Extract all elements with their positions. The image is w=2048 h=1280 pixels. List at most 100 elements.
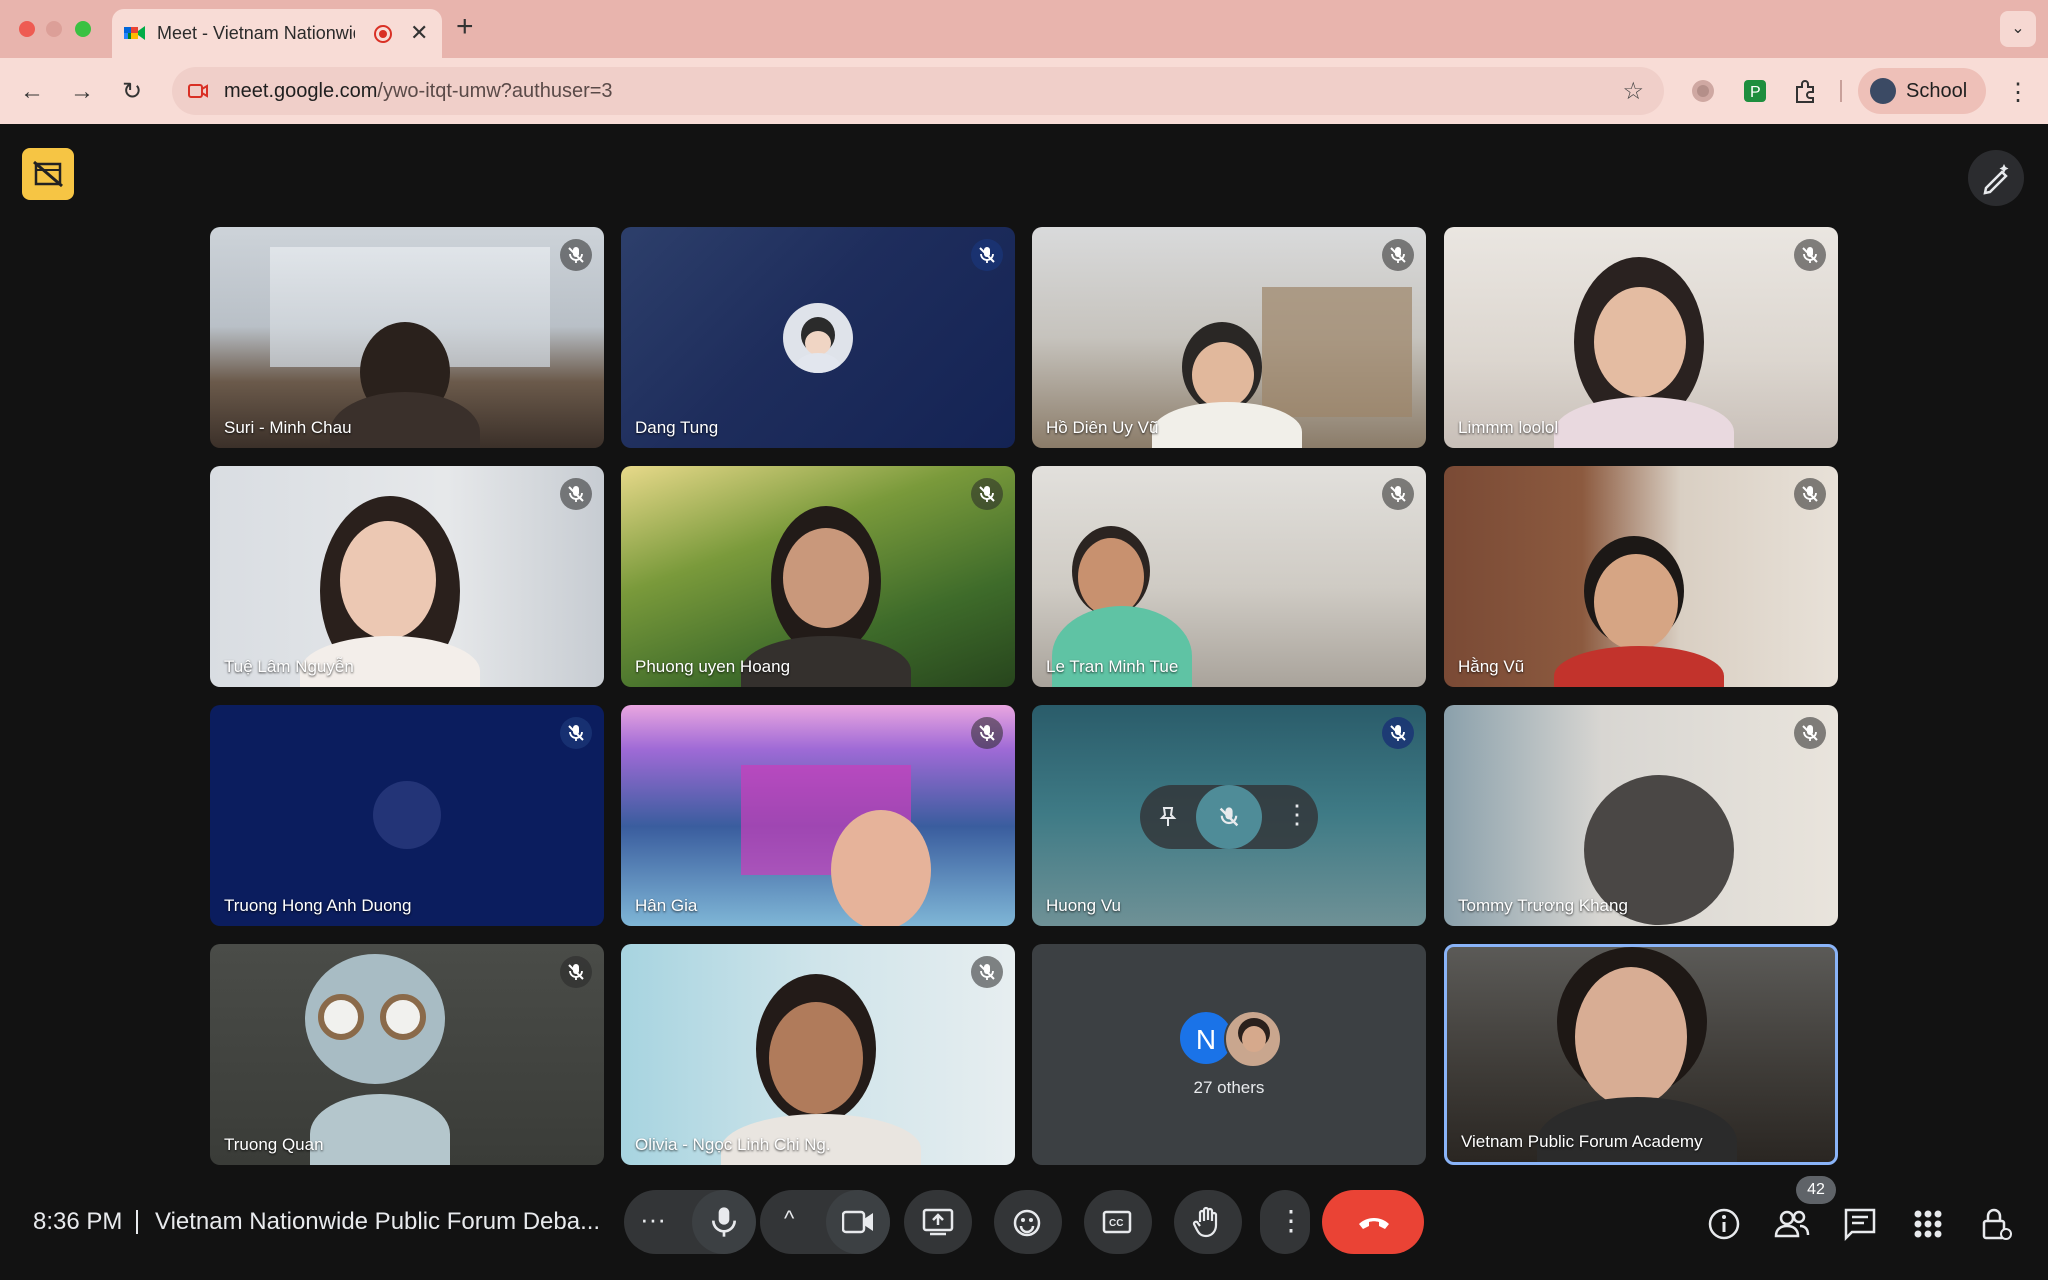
participant-tile[interactable]: Truong Quan — [210, 944, 604, 1165]
participant-face — [1594, 287, 1686, 397]
participant-body — [1554, 646, 1724, 687]
participant-tile[interactable]: Truong Hong Anh Duong — [210, 705, 604, 926]
participant-tile-self[interactable]: Vietnam Public Forum Academy — [1444, 944, 1838, 1165]
tile-hover-controls: ⋮ — [1140, 785, 1318, 849]
participant-tile[interactable]: Olivia - Ngọc Linh Chi Ng. — [621, 944, 1015, 1165]
google-meet-icon — [124, 26, 145, 40]
others-tile[interactable]: N 27 others — [1032, 944, 1426, 1165]
muted-mic-icon — [560, 478, 592, 510]
bottom-bar-divider — [136, 1210, 138, 1234]
mute-participant-button[interactable] — [1196, 785, 1262, 849]
annotate-button[interactable] — [1968, 150, 2024, 206]
no-video-icon — [33, 160, 63, 188]
muted-mic-icon — [1382, 478, 1414, 510]
pen-sparkle-icon — [1983, 164, 2009, 195]
activities-grid-icon[interactable] — [1910, 1206, 1946, 1242]
people-icon[interactable] — [1774, 1206, 1810, 1242]
participant-name: Suri - Minh Chau — [224, 418, 352, 437]
participant-tile[interactable]: ⋮ Huong Vu — [1032, 705, 1426, 926]
participant-avatar-placeholder — [373, 781, 441, 849]
window-maximize-button[interactable] — [75, 21, 91, 37]
participant-name: Tuệ Lâm Nguyễn — [224, 657, 354, 676]
participant-tile[interactable]: Dang Tung — [621, 227, 1015, 448]
extension-dim-icon[interactable] — [1690, 78, 1716, 104]
reload-icon[interactable]: ↻ — [116, 76, 148, 108]
participant-tile[interactable]: Hân Gia — [621, 705, 1015, 926]
participant-name: Hân Gia — [635, 896, 698, 915]
present-screen-button[interactable] — [904, 1190, 972, 1254]
participant-tile[interactable]: Hồ Diên Uy Vũ — [1032, 227, 1426, 448]
participant-face — [1192, 342, 1254, 408]
participant-body — [1554, 397, 1734, 448]
browser-menu-icon[interactable]: ⋮ — [2006, 78, 2030, 107]
muted-mic-icon — [560, 239, 592, 271]
muted-mic-icon — [1794, 239, 1826, 271]
participant-avatar — [783, 303, 853, 373]
participant-tile[interactable]: Limmm loolol — [1444, 227, 1838, 448]
url-text[interactable]: meet.google.com/ywo-itqt-umw?authuser=3 — [224, 79, 613, 103]
tab-search-chevron-icon[interactable]: ⌄ — [2000, 11, 2036, 47]
profile-label: School — [1906, 80, 1968, 102]
more-options-button[interactable]: ⋮ — [1260, 1190, 1310, 1254]
participant-face — [783, 528, 869, 628]
camera-button[interactable] — [826, 1190, 890, 1254]
reactions-button[interactable] — [994, 1190, 1062, 1254]
more-options-icon[interactable]: ⋮ — [1284, 799, 1310, 830]
no-camera-indicator-button[interactable] — [22, 148, 74, 200]
robot-eye — [318, 994, 364, 1040]
participant-name: Dang Tung — [635, 418, 719, 437]
window-minimize-button[interactable] — [46, 21, 62, 37]
participant-tile[interactable]: Phuong uyen Hoang — [621, 466, 1015, 687]
svg-text:P: P — [1750, 84, 1761, 101]
photo-avatar — [1224, 1010, 1282, 1068]
participant-body — [330, 392, 480, 448]
window-close-button[interactable] — [19, 21, 35, 37]
tab-close-icon[interactable]: ✕ — [410, 19, 428, 47]
muted-mic-icon — [971, 478, 1003, 510]
participant-tile[interactable]: Tommy Trương Khang — [1444, 705, 1838, 926]
present-screen-icon — [922, 1208, 954, 1236]
forward-arrow-icon[interactable]: → — [66, 76, 98, 108]
browser-tab-bar: Meet - Vietnam Nationwide Public Forum D… — [0, 0, 2048, 58]
back-arrow-icon[interactable]: ← — [16, 76, 48, 108]
recording-indicator-icon — [374, 25, 392, 43]
participant-tile[interactable]: Hằng Vũ — [1444, 466, 1838, 687]
bookmark-star-icon[interactable]: ☆ — [1622, 77, 1644, 106]
pin-icon[interactable] — [1156, 805, 1180, 829]
participant-tile[interactable]: Le Tran Minh Tue — [1032, 466, 1426, 687]
audio-options-icon[interactable]: ··· — [640, 1204, 666, 1234]
robot-eye — [380, 994, 426, 1040]
captions-button[interactable]: CC — [1084, 1190, 1152, 1254]
meeting-title: Vietnam Nationwide Public Forum Deba... — [155, 1208, 601, 1235]
host-controls-lock-icon[interactable] — [1978, 1206, 2014, 1242]
browser-tab-meet[interactable]: Meet - Vietnam Nationwide Public Forum D… — [112, 9, 442, 58]
microphone-button[interactable] — [692, 1190, 756, 1254]
muted-mic-icon — [971, 717, 1003, 749]
address-bar[interactable]: meet.google.com/ywo-itqt-umw?authuser=3 … — [172, 67, 1664, 115]
extensions-puzzle-icon[interactable] — [1792, 78, 1818, 104]
camera-in-use-icon[interactable] — [186, 79, 210, 103]
participant-name: Hồ Diên Uy Vũ — [1046, 418, 1159, 437]
new-tab-button[interactable]: + — [456, 12, 474, 42]
extension-green-icon[interactable]: P — [1742, 78, 1768, 104]
browser-toolbar: ← → ↻ meet.google.com/ywo-itqt-umw?authu… — [0, 58, 2048, 124]
participant-name: Truong Quan — [224, 1135, 324, 1154]
camera-control-group: ^ — [760, 1190, 890, 1254]
meeting-details-icon[interactable] — [1706, 1206, 1742, 1242]
meeting-clock: 8:36 PM — [33, 1208, 123, 1235]
muted-mic-icon — [971, 956, 1003, 988]
raise-hand-button[interactable] — [1174, 1190, 1242, 1254]
participant-name: Truong Hong Anh Duong — [224, 896, 412, 915]
chat-icon[interactable] — [1842, 1206, 1878, 1242]
video-options-chevron-icon[interactable]: ^ — [784, 1206, 794, 1232]
participant-count-badge: 42 — [1796, 1176, 1836, 1204]
profile-button[interactable]: School — [1858, 68, 1986, 114]
participant-face — [1594, 554, 1678, 650]
participant-name: Olivia - Ngọc Linh Chi Ng. — [635, 1135, 831, 1154]
leave-call-button[interactable] — [1322, 1190, 1424, 1254]
muted-mic-icon — [560, 956, 592, 988]
participant-tile[interactable]: Suri - Minh Chau — [210, 227, 604, 448]
participant-face — [1078, 538, 1144, 616]
participant-tile[interactable]: Tuệ Lâm Nguyễn — [210, 466, 604, 687]
participant-video — [831, 810, 931, 926]
